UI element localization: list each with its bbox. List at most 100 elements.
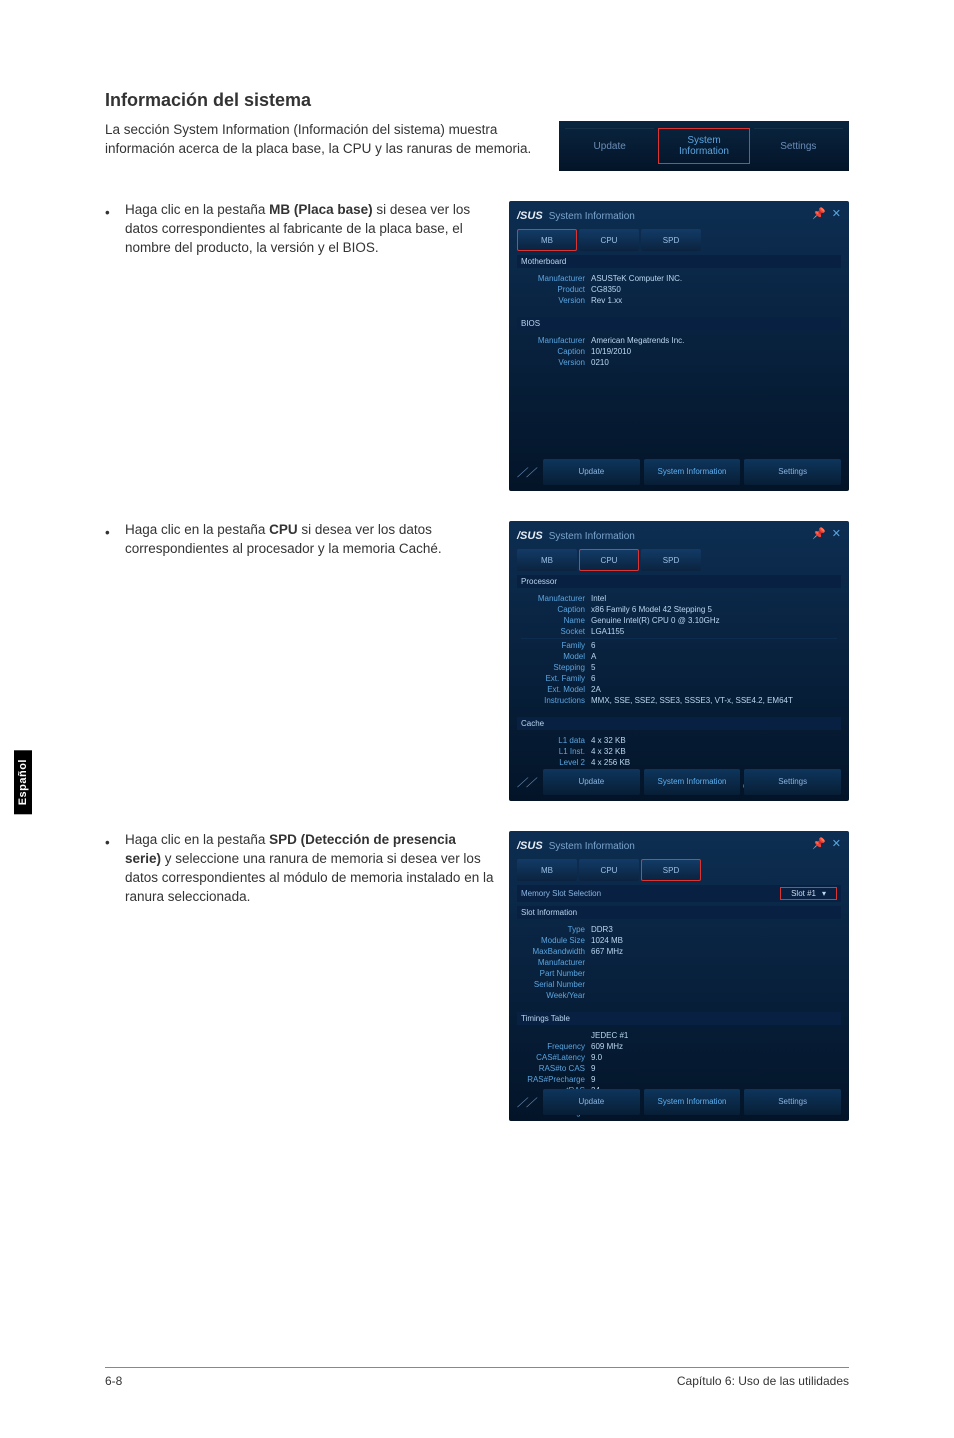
tabbar-sys-line2: Information — [679, 146, 729, 157]
bullet-mb-bold: MB (Placa base) — [269, 202, 373, 217]
label-spd-freq: Frequency — [521, 1042, 591, 1051]
value-mb-manufacturer: ASUSTeK Computer INC. — [591, 274, 682, 283]
label-spd-manufacturer: Manufacturer — [521, 958, 591, 967]
value-cpu-socket: LGA1155 — [591, 627, 624, 636]
value-cpu-extmodel: 2A — [591, 685, 601, 694]
screenshot-mb: /SUS System Information 📌 ✕ MB CPU SPD M… — [509, 201, 849, 491]
bullet-icon: • — [105, 831, 111, 907]
label-product: Product — [521, 285, 591, 294]
ss-btn-system-info: System Information — [644, 1089, 741, 1115]
ss-window-title: System Information — [549, 841, 635, 852]
value-cpu-stepping: 5 — [591, 663, 595, 672]
footer-chapter: Capítulo 6: Uso de las utilidades — [677, 1374, 849, 1388]
chevron-down-icon: ▾ — [822, 889, 826, 898]
value-cpu-manufacturer: Intel — [591, 594, 606, 603]
ss-window-title: System Information — [549, 531, 635, 542]
ss-btn-update: Update — [543, 459, 640, 485]
ss-btn-settings: Settings — [744, 459, 841, 485]
ss-window-title: System Information — [549, 211, 635, 222]
value-spd-type: DDR3 — [591, 925, 613, 934]
label-cpu-socket: Socket — [521, 627, 591, 636]
label-spd-partnumber: Part Number — [521, 969, 591, 978]
tabbar-update: Update — [565, 128, 654, 164]
value-bios-manufacturer: American Megatrends Inc. — [591, 336, 684, 345]
ss-brand: /SUS — [517, 840, 543, 852]
label-cpu-model: Model — [521, 652, 591, 661]
tabbar-system-information: SystemInformation — [658, 128, 749, 164]
label-memory-slot-selection: Memory Slot Selection — [521, 889, 601, 898]
label-cpu-extmodel: Ext. Model — [521, 685, 591, 694]
close-icon: ✕ — [832, 527, 841, 540]
bullet-mb-pre: Haga clic en la pestaña — [125, 202, 269, 217]
value-spd-precharge: 9 — [591, 1075, 595, 1084]
ss-btn-settings: Settings — [744, 1089, 841, 1115]
ss-tab-mb: MB — [517, 229, 577, 251]
value-spd-size: 1024 MB — [591, 936, 623, 945]
value-l2: 4 x 256 KB — [591, 758, 630, 767]
label-spd-week: Week/Year — [521, 991, 591, 1000]
label-spd-precharge: RAS#Precharge — [521, 1075, 591, 1084]
ss-btn-system-info: System Information — [644, 459, 741, 485]
value-timing-col: JEDEC #1 — [591, 1031, 628, 1040]
intro-paragraph: La sección System Information (Informaci… — [105, 121, 544, 171]
page-heading: Información del sistema — [105, 90, 849, 111]
bullet-cpu-pre: Haga clic en la pestaña — [125, 522, 269, 537]
value-cpu-model: A — [591, 652, 596, 661]
ss-section-processor: Processor — [517, 575, 841, 588]
bullet-icon: • — [105, 521, 111, 559]
label-bios-manufacturer: Manufacturer — [521, 336, 591, 345]
value-bios-caption: 10/19/2010 — [591, 347, 631, 356]
asus-logo-icon: ⟋⟋ — [517, 1095, 539, 1109]
ss-section-motherboard: Motherboard — [517, 255, 841, 268]
pin-icon: 📌 — [812, 207, 826, 220]
value-mb-version: Rev 1.xx — [591, 296, 622, 305]
value-mb-product: CG8350 — [591, 285, 621, 294]
pin-icon: 📌 — [812, 837, 826, 850]
ss-btn-update: Update — [543, 769, 640, 795]
ss-btn-update: Update — [543, 1089, 640, 1115]
ss-btn-settings: Settings — [744, 769, 841, 795]
bullet-icon: • — [105, 201, 111, 258]
screenshot-spd: /SUS System Information 📌 ✕ MB CPU SPD M… — [509, 831, 849, 1121]
label-bios-caption: Caption — [521, 347, 591, 356]
value-spd-ras: 9 — [591, 1064, 595, 1073]
bullet-mb: Haga clic en la pestaña MB (Placa base) … — [125, 201, 494, 258]
slot-select-dropdown: Slot #1 ▾ — [780, 887, 837, 900]
slot-select-value: Slot #1 — [791, 889, 816, 898]
close-icon: ✕ — [832, 207, 841, 220]
label-timing-header — [521, 1031, 591, 1040]
ss-tab-cpu: CPU — [579, 859, 639, 881]
bullet-cpu-bold: CPU — [269, 522, 298, 537]
label-bios-version: Version — [521, 358, 591, 367]
value-spd-freq: 609 MHz — [591, 1042, 623, 1051]
ss-tab-spd: SPD — [641, 229, 701, 251]
value-l1data: 4 x 32 KB — [591, 736, 626, 745]
value-cpu-caption: x86 Family 6 Model 42 Stepping 5 — [591, 605, 712, 614]
footer-page-number: 6-8 — [105, 1374, 122, 1388]
label-spd-size: Module Size — [521, 936, 591, 945]
ss-tab-spd: SPD — [641, 549, 701, 571]
label-cpu-caption: Caption — [521, 605, 591, 614]
value-cpu-extfamily: 6 — [591, 674, 595, 683]
ss-tab-mb: MB — [517, 859, 577, 881]
asus-logo-icon: ⟋⟋ — [517, 775, 539, 789]
label-spd-type: Type — [521, 925, 591, 934]
tabbar-screenshot: Update SystemInformation Settings — [559, 121, 849, 171]
label-version: Version — [521, 296, 591, 305]
label-cpu-extfamily: Ext. Family — [521, 674, 591, 683]
pin-icon: 📌 — [812, 527, 826, 540]
value-spd-bandwidth: 667 MHz — [591, 947, 623, 956]
tabbar-settings: Settings — [754, 128, 843, 164]
value-bios-version: 0210 — [591, 358, 609, 367]
label-cpu-instructions: Instructions — [521, 696, 591, 705]
label-spd-bandwidth: MaxBandwidth — [521, 947, 591, 956]
ss-section-timings: Timings Table — [517, 1012, 841, 1025]
ss-btn-system-info: System Information — [644, 769, 741, 795]
label-manufacturer: Manufacturer — [521, 274, 591, 283]
label-cpu-family: Family — [521, 641, 591, 650]
ss-brand: /SUS — [517, 210, 543, 222]
ss-tab-cpu: CPU — [579, 229, 639, 251]
bullet-spd-post: y seleccione una ranura de memoria si de… — [125, 851, 493, 904]
asus-logo-icon: ⟋⟋ — [517, 465, 539, 479]
label-cpu-name: Name — [521, 616, 591, 625]
